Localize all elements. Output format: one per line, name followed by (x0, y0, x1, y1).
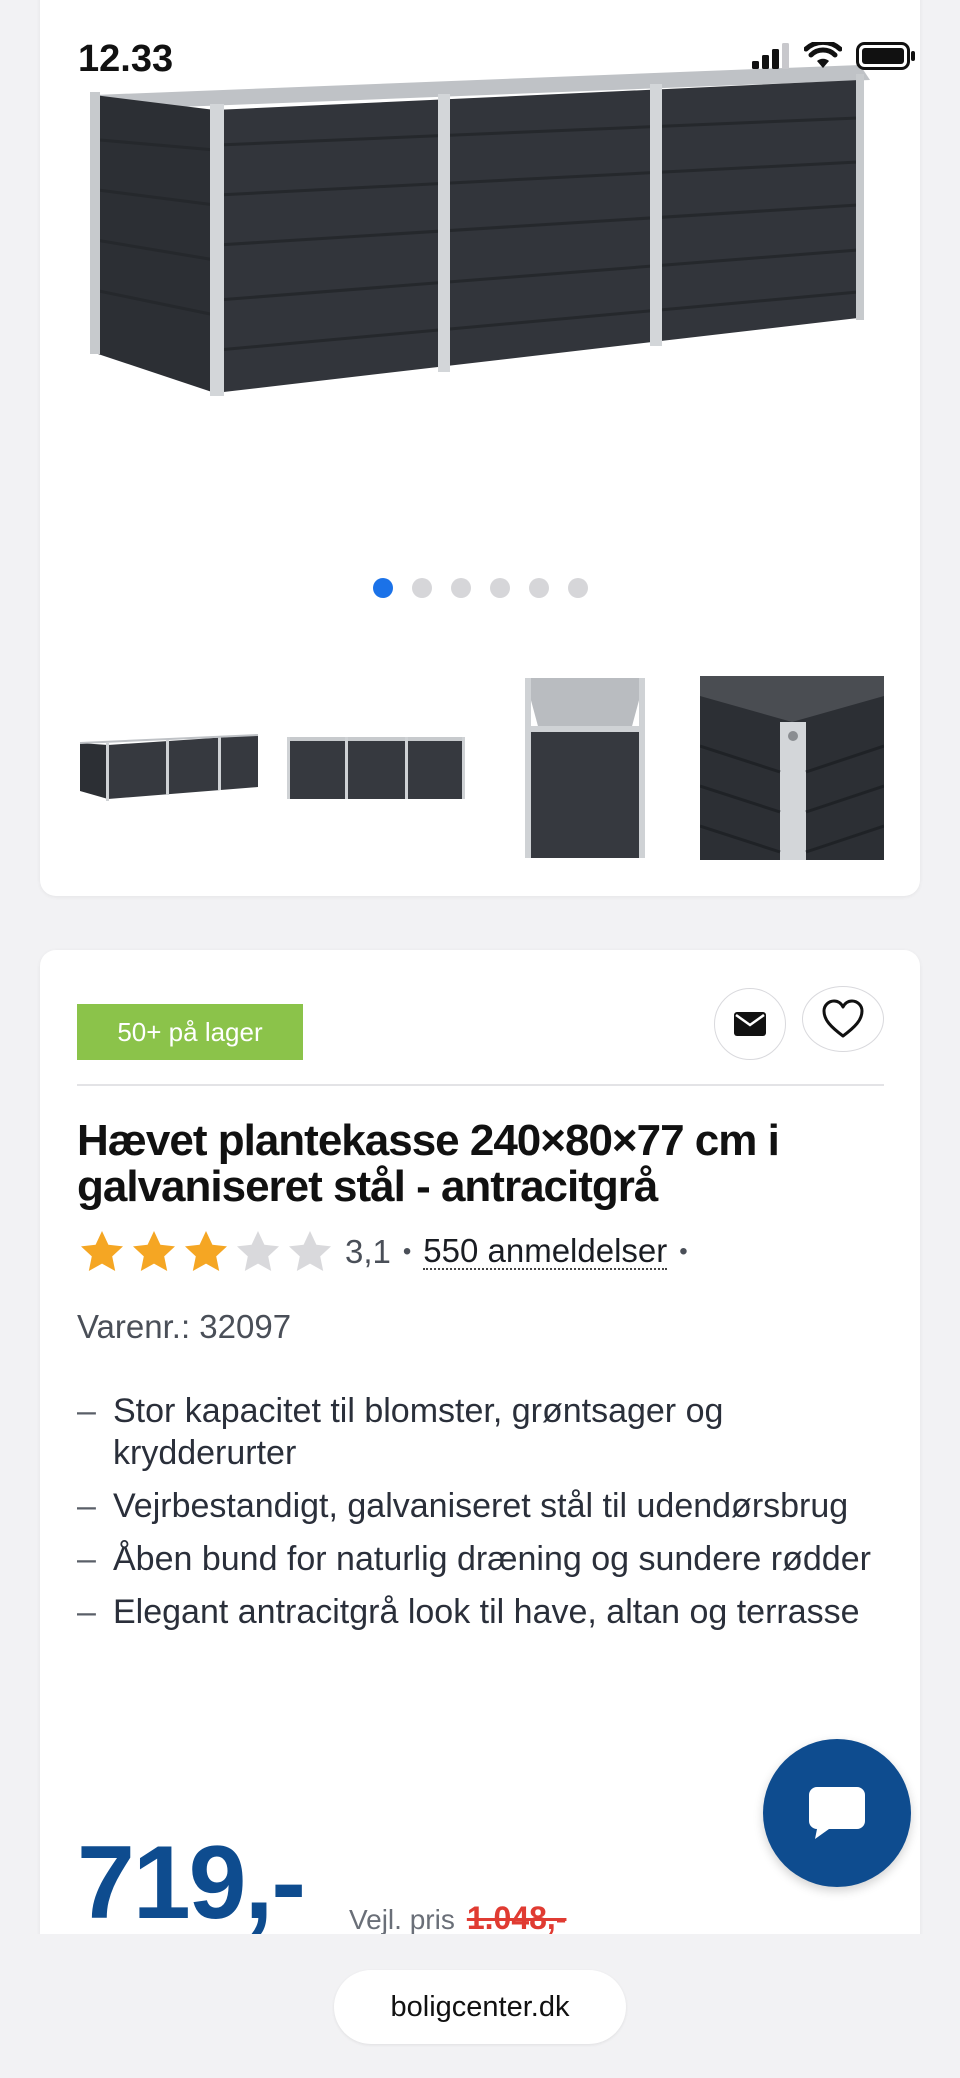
stock-badge: 50+ på lager (77, 1004, 303, 1060)
star-icon-1 (81, 1231, 123, 1271)
heart-icon (822, 999, 864, 1038)
status-time: 12.33 (78, 38, 174, 80)
pagination-dot[interactable] (528, 578, 549, 598)
battery-icon (856, 42, 915, 70)
wifi-icon (804, 42, 842, 68)
feature-item: Vejrbestandigt, galvaniseret stål til ud… (77, 1485, 877, 1527)
feature-item: Åben bund for naturlig dræning og sunder… (77, 1538, 877, 1580)
rrp-value: 1.048,- (466, 1900, 567, 1936)
product-title: Hævet plantekasse 240×80×77 cm i galvani… (77, 1116, 780, 1211)
product-gallery (40, 0, 920, 896)
sku-number: 32097 (199, 1308, 292, 1345)
star-icon-2 (133, 1231, 175, 1271)
sku-row: Varenr.: 32097 (77, 1308, 291, 1346)
reviews-link[interactable]: 550 anmeldelser (423, 1234, 668, 1270)
star-icon-4 (237, 1231, 279, 1271)
chat-button[interactable] (763, 1739, 911, 1887)
thumbnail-1[interactable] (78, 676, 262, 860)
separator: • (679, 1238, 688, 1265)
thumbnail-4[interactable] (699, 676, 884, 860)
envelope-icon (734, 1012, 766, 1036)
thumbnail-3[interactable] (493, 676, 677, 860)
planter-image (90, 65, 870, 396)
feature-list: Stor kapacitet til blomster, grøntsager … (77, 1390, 877, 1644)
feature-item: Stor kapacitet til blomster, grøntsager … (77, 1390, 877, 1474)
signal-icon (752, 43, 789, 69)
separator: • (402, 1238, 412, 1265)
gallery-pagination (40, 578, 920, 598)
thumbnail-strip (78, 675, 884, 861)
status-icons (752, 42, 916, 70)
star-icon-5 (289, 1231, 331, 1271)
pagination-dot[interactable] (372, 578, 393, 598)
product-info-card: 50+ på lager Hævet plantekasse 240×80×77… (40, 950, 920, 2078)
sku-label: Varenr.: (77, 1308, 191, 1345)
product-main-image[interactable] (40, 0, 920, 580)
recommended-price: Vejl. pris 1.048,- (349, 1900, 566, 1937)
pagination-dot[interactable] (450, 578, 471, 598)
chat-bubble-icon (809, 1787, 865, 1839)
favorite-button[interactable] (802, 986, 884, 1052)
address-bar[interactable]: boligcenter.dk (334, 1970, 626, 2044)
price: 719,- (77, 1825, 306, 1941)
thumbnail-2[interactable] (285, 676, 469, 860)
share-email-button[interactable] (714, 988, 786, 1060)
rating-value: 3,1 (345, 1233, 391, 1270)
pagination-dot[interactable] (411, 578, 432, 598)
pagination-dot[interactable] (567, 578, 588, 598)
feature-item: Elegant antracitgrå look til have, altan… (77, 1591, 877, 1633)
star-icon-3 (185, 1231, 227, 1271)
star-rating (77, 1228, 335, 1276)
rating-row: 3,1 • 550 anmeldelser • (77, 1228, 700, 1276)
divider (77, 1084, 884, 1086)
rrp-label: Vejl. pris (349, 1904, 455, 1935)
pagination-dot[interactable] (489, 578, 510, 598)
